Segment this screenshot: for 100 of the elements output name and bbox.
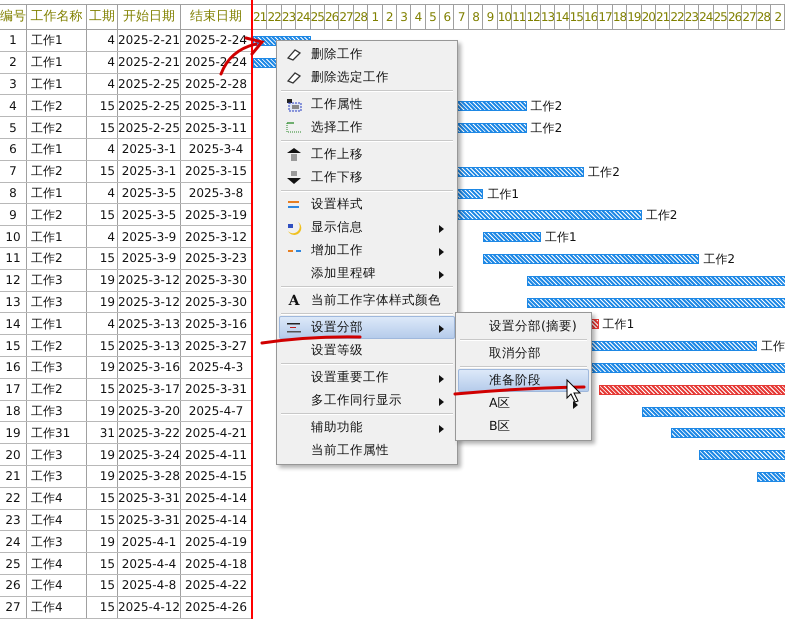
table-cell: 2025-3-23 <box>181 248 252 269</box>
table-cell: 19 <box>87 400 118 422</box>
submenu-arrow-icon <box>439 398 444 406</box>
menu-item[interactable]: 辅助功能 <box>279 416 455 439</box>
table-cell: 工作31 <box>27 422 87 444</box>
table-cell: 2025-3-5 <box>118 204 181 226</box>
table-cell: 22 <box>0 488 27 509</box>
day-header: 21 <box>656 5 670 29</box>
table-cell: 2025-3-30 <box>181 292 252 312</box>
menu-item[interactable]: 设置重要工作 <box>279 366 455 389</box>
menu-item[interactable]: 设置分部(摘要) <box>458 315 589 338</box>
table-cell: 工作2 <box>27 248 87 269</box>
menu-item[interactable]: 设置等级 <box>279 339 455 362</box>
table-cell: 19 <box>87 444 118 465</box>
day-header: 24 <box>296 5 311 29</box>
menu-item[interactable]: 显示信息 <box>279 216 455 239</box>
task-bar[interactable] <box>483 254 700 264</box>
day-header: 27 <box>742 5 757 29</box>
table-cell: 15 <box>87 488 118 509</box>
task-bar[interactable] <box>598 384 785 395</box>
table-cell: 2025-3-12 <box>181 226 252 247</box>
table-cell: 2025-4-19 <box>181 531 252 552</box>
menu-item[interactable]: 选择工作 <box>279 116 455 139</box>
table-cell: 2025-3-13 <box>118 313 181 334</box>
moon-icon <box>286 220 302 234</box>
table-cell: 25 <box>0 553 27 574</box>
table-cell: 2025-4-12 <box>118 596 181 618</box>
table-cell: 1 <box>0 30 27 51</box>
task-bar[interactable] <box>526 298 785 308</box>
table-cell: 2025-3-31 <box>181 378 252 400</box>
task-label: 工作2 <box>530 100 562 112</box>
table-cell: 15 <box>87 574 118 596</box>
menu-item[interactable]: 取消分部 <box>458 342 589 365</box>
table-cell: 2025-3-1 <box>118 138 181 160</box>
menu-item[interactable]: 设置分部 <box>279 316 455 339</box>
table-cell: 工作4 <box>27 553 87 574</box>
menu-item[interactable]: A区 <box>458 392 589 415</box>
table-cell: 2025-3-19 <box>181 204 252 226</box>
menu-item[interactable]: 当前工作属性 <box>279 439 455 462</box>
day-header: 8 <box>468 5 484 29</box>
table-cell: 5 <box>0 117 27 138</box>
task-bar[interactable] <box>526 276 785 286</box>
table-cell: 26 <box>0 574 27 596</box>
day-header: 9 <box>483 5 498 29</box>
menu-item[interactable]: 删除选定工作 <box>279 66 455 89</box>
day-header: 25 <box>714 5 728 29</box>
day-header: 3 <box>396 5 412 29</box>
task-bar[interactable] <box>483 232 541 242</box>
table-cell: 4 <box>87 226 118 247</box>
table-cell: 工作4 <box>27 510 87 530</box>
table-cell: 工作1 <box>27 226 87 247</box>
column-header: 工作名称 <box>27 5 87 29</box>
table-cell: 工作3 <box>27 466 87 487</box>
dashed-line-icon <box>288 250 300 252</box>
day-header: 25 <box>310 5 325 29</box>
table-cell: 2025-3-15 <box>181 160 252 182</box>
table-cell: 15 <box>87 378 118 400</box>
table-cell: 工作2 <box>27 335 87 356</box>
menu-item[interactable]: 设置样式 <box>279 193 455 216</box>
menu-item[interactable]: B区 <box>458 415 589 438</box>
table-cell: 2025-2-21 <box>118 30 181 51</box>
menu-item[interactable]: 工作属性 <box>279 93 455 116</box>
table-cell: 2025-3-4 <box>181 138 252 160</box>
menu-item[interactable]: 添加里程碑 <box>279 262 455 285</box>
day-header: 14 <box>555 5 570 29</box>
menu-item[interactable]: 工作上移 <box>279 143 455 166</box>
table-cell: 31 <box>87 422 118 444</box>
table-cell: 2025-4-14 <box>181 488 252 509</box>
menu-item[interactable]: 增加工作 <box>279 239 455 262</box>
table-cell: 2025-2-25 <box>118 74 181 94</box>
table-cell: 2025-3-9 <box>118 226 181 247</box>
day-header: 7 <box>454 5 469 29</box>
table-cell: 10 <box>0 226 27 247</box>
day-header: 23 <box>282 5 296 29</box>
table-cell: 2025-3-28 <box>118 466 181 487</box>
day-header: 12 <box>526 5 541 29</box>
task-label: 工作 <box>761 340 785 352</box>
day-header: 23 <box>684 5 700 29</box>
table-cell: 6 <box>0 138 27 160</box>
table-cell: 27 <box>0 596 27 618</box>
table-cell: 工作1 <box>27 52 87 73</box>
day-header: 22 <box>267 5 282 29</box>
table-cell: 2025-3-31 <box>118 510 181 530</box>
day-header: 16 <box>584 5 598 29</box>
menu-item[interactable]: A 当前工作字体样式颜色 <box>279 289 455 312</box>
table-cell: 工作2 <box>27 117 87 138</box>
table-cell: 15 <box>87 510 118 530</box>
table-cell: 2025-2-21 <box>118 52 181 73</box>
table-cell: 2025-3-16 <box>181 313 252 334</box>
menu-item[interactable]: 删除工作 <box>279 43 455 66</box>
table-cell: 7 <box>0 160 27 182</box>
day-header: 22 <box>670 5 685 29</box>
table-cell: 20 <box>0 444 27 465</box>
day-header: 19 <box>627 5 642 29</box>
menu-item[interactable]: 多工作同行显示 <box>279 389 455 412</box>
menu-item[interactable]: 工作下移 <box>279 166 455 189</box>
table-cell: 工作1 <box>27 182 87 204</box>
table-cell: 2025-4-26 <box>181 596 252 618</box>
table-cell: 工作4 <box>27 488 87 509</box>
table-cell: 15 <box>87 553 118 574</box>
